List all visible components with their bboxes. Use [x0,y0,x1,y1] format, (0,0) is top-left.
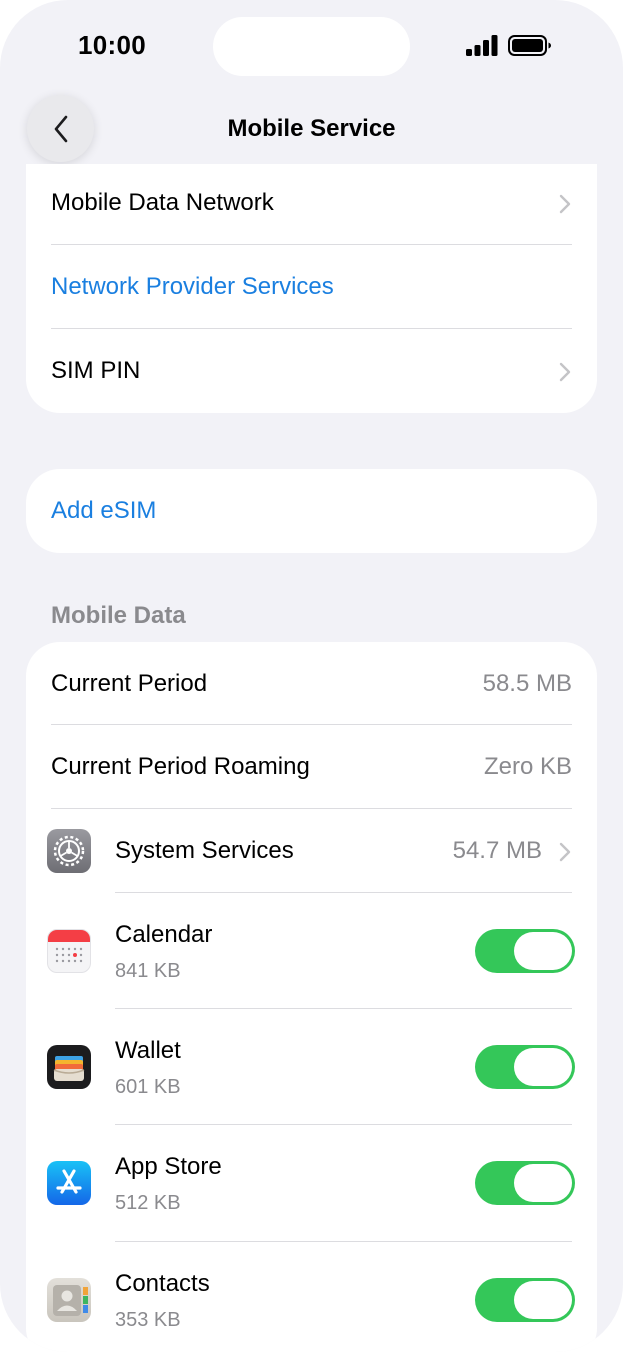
mobile-data-network-label: Mobile Data Network [51,189,274,216]
status-bar: 10:00 [0,0,623,90]
app-name-contacts: Contacts [115,1270,210,1297]
wallet-icon [47,1045,91,1089]
battery-icon [508,35,551,56]
calendar-data-toggle[interactable] [475,929,575,973]
app-usage-contacts: 353 KB [115,1309,181,1331]
status-time: 10:00 [78,30,146,60]
chevron-right-icon [559,362,571,382]
calendar-icon [47,929,91,973]
current-period-row: Current Period 58.5 MB [26,642,597,724]
app-usage-calendar: 841 KB [115,960,181,982]
dynamic-island [213,17,410,76]
phone-screen: 10:00 Mobile Service Mobile Data Network [0,0,623,1352]
network-provider-services-link[interactable]: Network Provider Services [51,273,334,301]
network-provider-services-row[interactable]: Network Provider Services [26,245,597,329]
app-row-app-store: App Store 512 KB [26,1125,597,1241]
add-esim-row[interactable]: Add eSIM [26,469,597,553]
wallet-data-toggle[interactable] [475,1045,575,1089]
app-row-wallet: Wallet 601 KB [26,1009,597,1125]
chevron-right-icon [559,842,571,862]
app-usage-app-store: 512 KB [115,1192,181,1214]
app-usage-wallet: 601 KB [115,1076,181,1098]
current-period-roaming-label: Current Period Roaming [51,753,310,780]
toggle-knob [514,932,572,970]
system-services-label: System Services [115,837,294,864]
mobile-data-network-row[interactable]: Mobile Data Network [26,164,597,245]
page-title: Mobile Service [227,115,396,142]
app-store-icon [47,1161,91,1205]
contacts-icon [47,1278,91,1322]
app-row-contacts: Contacts 353 KB [26,1242,597,1352]
current-period-roaming-row: Current Period Roaming Zero KB [26,725,597,808]
app-name-app-store: App Store [115,1153,222,1180]
app-name-wallet: Wallet [115,1037,181,1064]
mobile-data-group: Current Period 58.5 MB Current Period Ro… [26,642,597,1352]
navigation-bar: Mobile Service [0,92,623,164]
toggle-knob [514,1048,572,1086]
current-period-roaming-value: Zero KB [483,753,572,780]
cellular-signal-icon [466,35,498,56]
current-period-value: 58.5 MB [482,670,572,697]
app-name-calendar: Calendar [115,921,213,948]
app-row-calendar: Calendar 841 KB [26,893,597,1009]
chevron-right-icon [559,194,571,214]
system-services-row[interactable]: System Services 54.7 MB [26,809,597,892]
add-esim-link[interactable]: Add eSIM [51,497,156,525]
toggle-knob [514,1281,572,1319]
system-services-value: 54.7 MB [452,837,542,864]
current-period-label: Current Period [51,670,208,697]
add-esim-group: Add eSIM [26,469,597,553]
app-store-data-toggle[interactable] [475,1161,575,1205]
settings-gear-icon [47,829,91,873]
contacts-data-toggle[interactable] [475,1278,575,1322]
sim-pin-row[interactable]: SIM PIN [26,329,597,413]
network-settings-group: Mobile Data Network Network Provider Ser… [26,164,597,413]
toggle-knob [514,1164,572,1202]
sim-pin-label: SIM PIN [51,357,141,384]
mobile-data-section-header: Mobile Data [51,602,186,629]
